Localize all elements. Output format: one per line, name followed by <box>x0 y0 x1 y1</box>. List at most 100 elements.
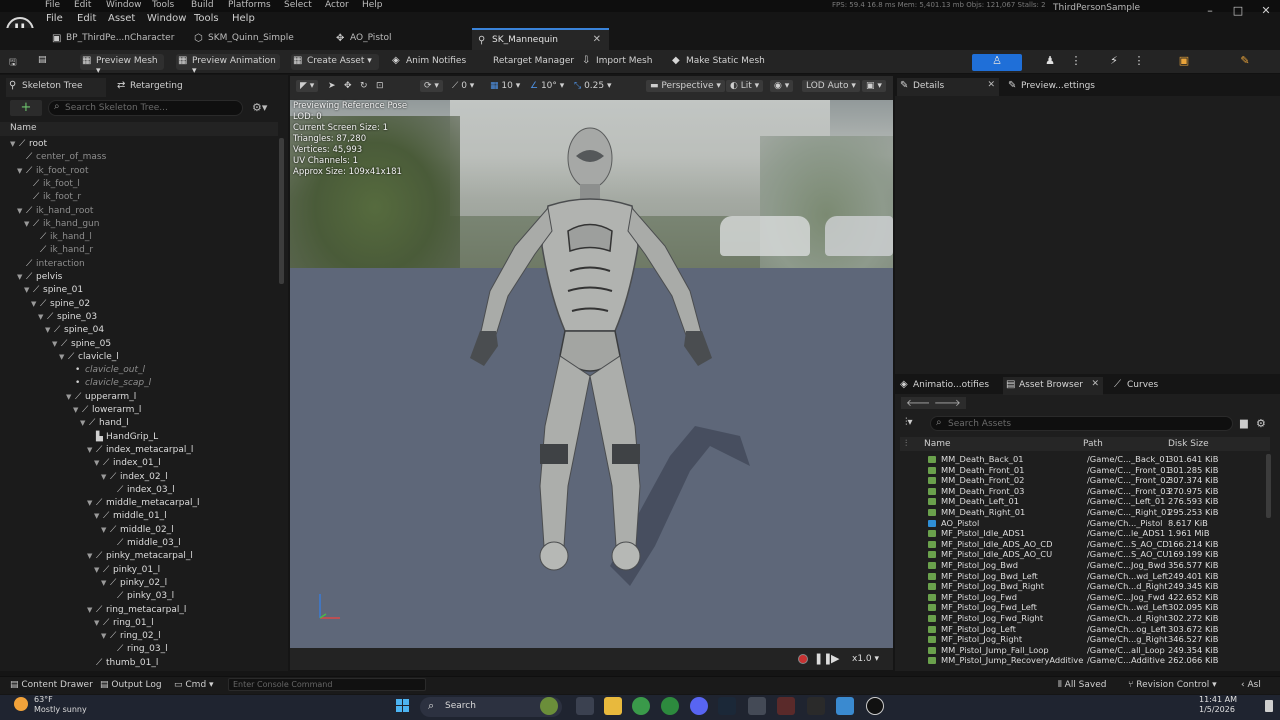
tree-row[interactable]: ▼ ⟋ spine_05 <box>52 338 111 351</box>
tree-row[interactable]: ▙ HandGrip_L <box>87 431 158 444</box>
expand-arrow-icon[interactable]: ▼ <box>87 604 96 617</box>
chrome-icon[interactable] <box>632 697 650 715</box>
anim-notifies-button[interactable]: ◈ Anim Notifies <box>390 54 470 70</box>
asset-row[interactable]: AO_Pistol/Game/Ch..._Pistol 8.617 KiB <box>900 518 1266 529</box>
tree-row[interactable]: ⟋ thumb_01_l <box>87 657 158 670</box>
asset-row[interactable]: MF_Pistol_Jog_Fwd_Right/Game/Ch...d_Righ… <box>900 613 1266 624</box>
expand-arrow-icon[interactable]: ▼ <box>52 338 61 351</box>
tab-retargeting[interactable]: ⇄ Retargeting <box>114 78 214 97</box>
gear-icon[interactable]: ⚙ <box>1256 417 1266 430</box>
tree-row[interactable]: ▼ ⟋ spine_04 <box>45 324 104 337</box>
file-explorer-icon[interactable] <box>604 697 622 715</box>
expand-arrow-icon[interactable]: ▼ <box>24 284 33 297</box>
expand-arrow-icon[interactable]: ▼ <box>94 510 103 523</box>
tree-row[interactable]: ▼ ⟋ pinky_metacarpal_l <box>87 550 193 563</box>
menu-window[interactable]: Window <box>147 13 186 24</box>
menu-tools[interactable]: Tools <box>194 13 219 24</box>
asset-row[interactable]: MF_Pistol_Idle_ADS_AO_CD/Game/C...S_AO_C… <box>900 539 1266 550</box>
skeleton-search-input[interactable] <box>65 102 235 114</box>
tree-row[interactable]: ▼ ⟋ ik_foot_root <box>17 165 88 178</box>
asset-row[interactable]: MM_Death_Back_01/Game/C..._Back_01 301.64… <box>900 454 1266 465</box>
tree-row[interactable]: ▼ ⟋ lowerarm_l <box>73 404 141 417</box>
translate-icon[interactable]: ✥ <box>344 81 352 91</box>
app-icon[interactable] <box>777 697 795 715</box>
close-window-button[interactable]: ✕ <box>1256 4 1276 22</box>
top-menu-build[interactable]: Build <box>191 0 214 10</box>
tree-row[interactable]: • clavicle_scap_l <box>66 377 151 390</box>
tree-row[interactable]: ⟋ middle_03_l <box>108 537 181 550</box>
expand-arrow-icon[interactable]: ▼ <box>17 205 26 218</box>
tree-row[interactable]: ▼ ⟋ middle_metacarpal_l <box>87 497 199 510</box>
expand-arrow-icon[interactable]: ▼ <box>17 165 26 178</box>
tree-row[interactable]: ⟋ interaction <box>17 258 85 271</box>
tab-skm-quinn[interactable]: ⬡ SKM_Quinn_Simple <box>188 28 318 50</box>
tree-row[interactable]: ▼ ⟋ clavicle_l <box>59 351 119 364</box>
viewport-options-button[interactable]: ◤ ▾ <box>296 80 319 92</box>
top-menu-window[interactable]: Window <box>106 0 142 10</box>
expand-arrow-icon[interactable]: ▼ <box>94 457 103 470</box>
blueprint-mode-button[interactable]: ▣ <box>1170 54 1198 71</box>
save-icon[interactable]: 🖫 <box>9 53 21 69</box>
expand-arrow-icon[interactable]: ▼ <box>45 324 54 337</box>
tab-bp-thirdperson[interactable]: ▣ BP_ThirdPe...nCharacter <box>46 28 186 50</box>
tree-row[interactable]: ▼ ⟋ spine_02 <box>31 298 90 311</box>
lighting-dropdown[interactable]: ◐ Lit ▾ <box>726 80 764 92</box>
preview-animation-button[interactable]: ▦ Preview Animation ▾ <box>176 54 280 76</box>
calculator-icon[interactable] <box>748 697 766 715</box>
tab-ao-pistol[interactable]: ✥ AO_Pistol <box>330 28 460 50</box>
tree-row[interactable]: ⟋ index_03_l <box>108 484 175 497</box>
tree-row[interactable]: ▼ ⟋ hand_l <box>80 417 129 430</box>
tree-row[interactable]: ⟋ ik_foot_l <box>24 178 80 191</box>
expand-arrow-icon[interactable]: ▼ <box>17 271 26 284</box>
asset-row[interactable]: MM_Pistol_Jump_RecoveryAdditive/Game/C..… <box>900 655 1266 666</box>
expand-arrow-icon[interactable]: ▼ <box>101 471 110 484</box>
physics-mode-button[interactable]: ✎ <box>1234 54 1256 71</box>
top-menu-file[interactable]: File <box>45 0 60 10</box>
asset-row[interactable]: MM_Death_Front_02/Game/C..._Front_02 307.… <box>900 475 1266 486</box>
column-name[interactable]: Name <box>924 439 951 449</box>
expand-arrow-icon[interactable]: ▼ <box>87 444 96 457</box>
pause-button[interactable]: ❚❚ <box>814 652 832 665</box>
epic-games-icon[interactable] <box>807 697 825 715</box>
more-options-icon[interactable]: ⋮ <box>1133 54 1145 71</box>
tab-curves[interactable]: ⟋ Curves <box>1111 377 1181 395</box>
steam-icon[interactable] <box>718 697 736 715</box>
mesh-mode-button[interactable]: ♟ <box>1036 54 1064 71</box>
asset-row[interactable]: MM_Death_Front_03/Game/C..._Front_03 270.… <box>900 486 1266 497</box>
widgets-icon[interactable] <box>540 697 558 715</box>
windows-start-icon[interactable] <box>396 699 410 713</box>
tree-row[interactable]: ▼ ⟋ root <box>10 138 47 151</box>
asset-row[interactable]: MM_Pistol_Jump_Fall_Loop/Game/C...all_Lo… <box>900 645 1266 656</box>
tab-asset-browser[interactable]: ▤ Asset Browser ✕ <box>1003 377 1103 395</box>
column-path[interactable]: Path <box>1083 439 1103 449</box>
world-local-button[interactable]: ⟳ ▾ <box>420 80 443 92</box>
expand-arrow-icon[interactable]: ▼ <box>24 218 33 231</box>
tree-row[interactable]: ▼ ⟋ index_metacarpal_l <box>87 444 193 457</box>
create-asset-button[interactable]: ▦ Create Asset ▾ <box>291 54 379 70</box>
asset-row[interactable]: MF_Pistol_Jog_Left/Game/Ch...og_Left 303.… <box>900 624 1266 635</box>
asset-row[interactable]: MF_Pistol_Jog_Right/Game/Ch...g_Right 346… <box>900 634 1266 645</box>
output-log-button[interactable]: ▤ Output Log <box>100 680 162 690</box>
tree-row[interactable]: ▼ ⟋ upperarm_l <box>66 391 136 404</box>
playback-speed[interactable]: x1.0 ▾ <box>852 654 879 664</box>
scale-snap-dropdown[interactable]: ⤡ 0.25 ▾ <box>574 81 612 91</box>
menu-edit[interactable]: Edit <box>77 13 96 24</box>
browse-icon[interactable]: ▤ <box>38 53 51 69</box>
expand-arrow-icon[interactable]: ▼ <box>101 577 110 590</box>
tree-row[interactable]: ▼ ⟋ middle_01_l <box>94 510 167 523</box>
top-menu-platforms[interactable]: Platforms <box>228 0 271 10</box>
tree-row[interactable]: ⟋ ring_03_l <box>108 643 168 656</box>
expand-arrow-icon[interactable]: ▼ <box>80 417 89 430</box>
import-mesh-button[interactable]: ⇩ Import Mesh <box>580 54 656 70</box>
menu-asset[interactable]: Asset <box>108 13 135 24</box>
tree-row[interactable]: ▼ ⟋ ring_01_l <box>94 617 154 630</box>
tree-row[interactable]: ⟋ pinky_03_l <box>108 590 174 603</box>
tree-row[interactable]: ▼ ⟋ ring_metacarpal_l <box>87 604 186 617</box>
close-icon[interactable]: ✕ <box>593 34 601 45</box>
chrome-icon[interactable] <box>661 697 679 715</box>
add-socket-button[interactable]: + <box>10 100 42 116</box>
top-menu-select[interactable]: Select <box>284 0 312 10</box>
tree-row[interactable]: ▼ ⟋ pinky_02_l <box>101 577 167 590</box>
more-options-icon[interactable]: ⋮ <box>1070 54 1082 71</box>
tree-row[interactable]: ⟋ center_of_mass <box>17 151 106 164</box>
